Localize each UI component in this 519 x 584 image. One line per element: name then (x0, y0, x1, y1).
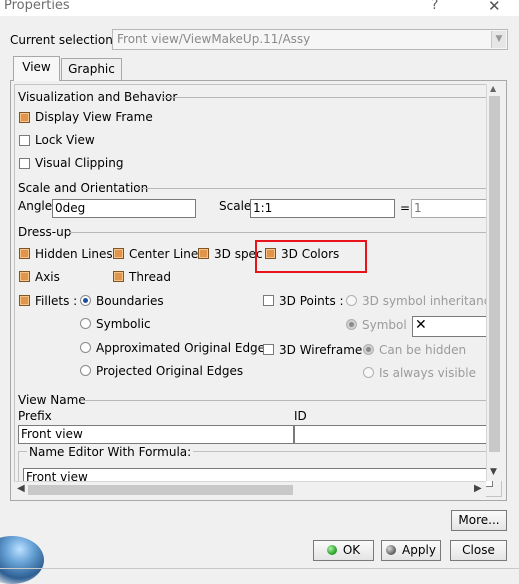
ok-label: OK (342, 543, 361, 557)
view-name-header: View Name (18, 393, 86, 407)
lock-view-checkbox[interactable] (19, 135, 30, 146)
lock-view-label: Lock View (35, 133, 95, 147)
vertical-scrollbar[interactable]: ▲ ▼ (486, 84, 502, 481)
fillet-symbolic-label: Symbolic (96, 317, 151, 331)
horizontal-scroll-thumb[interactable] (28, 485, 293, 495)
apply-label: Apply (402, 543, 436, 557)
angle-input[interactable]: 0deg (52, 199, 196, 218)
close-icon[interactable]: ✕ (488, 0, 501, 15)
can-be-hidden-label: Can be hidden (379, 343, 467, 357)
more-button[interactable]: More... (451, 510, 507, 531)
apply-button[interactable]: Apply (381, 540, 441, 561)
scroll-left-icon[interactable]: ◀ (17, 483, 25, 494)
window-border (0, 568, 519, 569)
thread-label: Thread (129, 270, 171, 284)
display-view-frame-checkbox[interactable] (19, 112, 30, 123)
dressup-header: Dress-up (18, 225, 72, 239)
group-divider (136, 188, 501, 189)
close-button[interactable]: Close (450, 540, 507, 561)
properties-scroll-area: Visualization and Behavior Display View … (14, 84, 502, 497)
thread-checkbox[interactable] (113, 271, 124, 282)
always-visible-label: Is always visible (379, 366, 476, 380)
scale-input[interactable]: 1:1 (250, 199, 395, 218)
3d-wireframe-label: 3D Wireframe (279, 343, 363, 357)
visualization-header: Visualization and Behavior (18, 90, 178, 104)
highlight-box (255, 240, 367, 273)
symbol-label: Symbol (362, 318, 407, 332)
hidden-lines-label: Hidden Lines (35, 247, 113, 261)
id-input[interactable] (294, 425, 501, 444)
title-bar: Properties ? ✕ (0, 0, 519, 16)
ok-button[interactable]: OK (313, 540, 374, 561)
equals-sign: = (400, 201, 411, 215)
vertical-scroll-thumb[interactable] (489, 96, 500, 452)
fillet-symbolic-radio[interactable] (80, 318, 91, 329)
tab-view[interactable]: View (13, 56, 60, 81)
apply-icon (386, 545, 397, 555)
center-line-checkbox[interactable] (113, 248, 124, 259)
fillet-projected-radio[interactable] (80, 365, 91, 376)
chevron-down-icon[interactable]: ▼ (491, 31, 506, 48)
horizontal-scrollbar[interactable]: ◀ ▶ (14, 481, 486, 497)
group-divider (163, 97, 501, 98)
visual-clipping-label: Visual Clipping (35, 156, 124, 170)
window-title: Properties (4, 0, 70, 13)
tab-graphic[interactable]: Graphic (61, 58, 122, 81)
group-divider (69, 232, 501, 233)
symbol-inheritance-radio[interactable] (346, 295, 357, 306)
3d-spec-checkbox[interactable] (198, 248, 209, 259)
axis-label: Axis (35, 270, 60, 284)
fillet-projected-label: Projected Original Edges (96, 364, 244, 378)
current-selection-value: Front view/ViewMakeUp.11/Assy (117, 32, 311, 46)
3d-points-label: 3D Points : (279, 294, 344, 308)
fillet-boundaries-label: Boundaries (96, 294, 164, 308)
current-selection-combo[interactable]: Front view/ViewMakeUp.11/Assy ▼ (112, 29, 508, 50)
display-view-frame-label: Display View Frame (35, 110, 153, 124)
prefix-input[interactable]: Front view (18, 425, 294, 444)
scroll-right-icon[interactable]: ▶ (474, 483, 482, 494)
fillets-label: Fillets : (35, 294, 78, 308)
axis-checkbox[interactable] (19, 271, 30, 282)
hidden-lines-checkbox[interactable] (19, 248, 30, 259)
fillet-approximated-label: Approximated Original Edges (96, 341, 272, 355)
ok-icon (326, 545, 337, 555)
always-visible-radio[interactable] (363, 367, 374, 378)
can-be-hidden-radio[interactable] (363, 344, 374, 355)
angle-label: Angle: (18, 199, 57, 213)
symbol-inheritance-label: 3D symbol inheritance (362, 294, 498, 308)
app-logo-icon (0, 536, 44, 584)
current-selection-label: Current selection : (10, 33, 121, 47)
scale-result-field: 1 (411, 199, 491, 218)
center-line-label: Center Line (129, 247, 199, 261)
3d-points-checkbox[interactable] (263, 295, 274, 306)
id-label: ID (294, 409, 307, 423)
scroll-up-icon[interactable]: ▲ (490, 84, 496, 93)
fillet-approximated-radio[interactable] (80, 342, 91, 353)
scroll-down-icon[interactable]: ▼ (490, 467, 497, 477)
help-icon[interactable]: ? (431, 0, 438, 13)
prefix-label: Prefix (18, 409, 52, 423)
group-divider (81, 400, 501, 401)
symbol-radio[interactable] (346, 319, 357, 330)
name-editor-header: Name Editor With Formula: (27, 445, 194, 459)
visual-clipping-checkbox[interactable] (19, 158, 30, 169)
scale-orientation-header: Scale and Orientation (18, 181, 149, 195)
fillets-checkbox[interactable] (19, 295, 30, 306)
3d-wireframe-checkbox[interactable] (263, 344, 274, 355)
fillet-boundaries-radio[interactable] (80, 295, 91, 306)
